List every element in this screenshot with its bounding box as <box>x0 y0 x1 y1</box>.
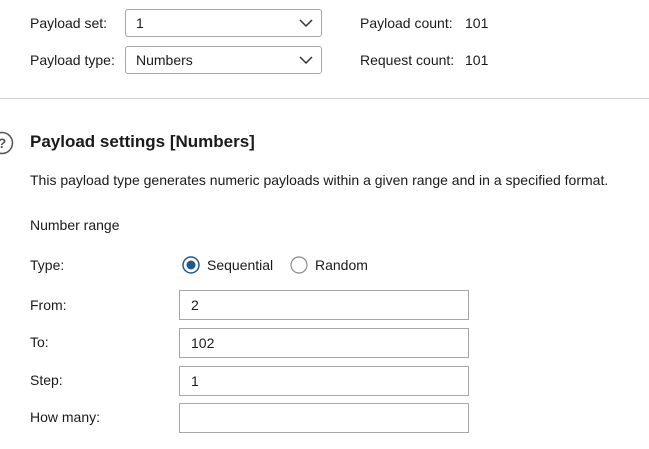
payload-set-value: 1 <box>136 15 144 31</box>
random-radio[interactable] <box>290 256 308 274</box>
number-range-label: Number range <box>30 217 120 233</box>
step-input[interactable]: 1 <box>179 366 469 396</box>
to-label: To: <box>30 334 49 350</box>
chevron-down-icon <box>299 56 313 65</box>
range-type-label: Type: <box>30 257 65 273</box>
from-input[interactable]: 2 <box>179 290 469 320</box>
to-value: 102 <box>191 335 215 351</box>
step-value: 1 <box>191 373 199 389</box>
request-count-label: Request count: <box>360 52 455 68</box>
sequential-radio[interactable] <box>182 256 200 274</box>
request-count-value: 101 <box>465 52 489 68</box>
from-label: From: <box>30 297 67 313</box>
payload-settings-title: Payload settings [Numbers] <box>30 132 255 151</box>
payload-count-value: 101 <box>465 15 489 31</box>
how-many-label: How many: <box>30 409 101 425</box>
step-label: Step: <box>30 372 63 388</box>
payload-set-label: Payload set: <box>30 15 108 31</box>
how-many-input[interactable] <box>179 403 469 433</box>
help-icon[interactable]: ? <box>0 131 14 155</box>
payload-type-select[interactable]: Numbers <box>125 46 322 74</box>
svg-text:?: ? <box>0 135 6 151</box>
chevron-down-icon <box>299 19 313 28</box>
payload-type-value: Numbers <box>136 52 193 68</box>
section-divider <box>0 98 649 99</box>
payload-type-label: Payload type: <box>30 52 115 68</box>
from-value: 2 <box>191 297 199 313</box>
payload-set-select[interactable]: 1 <box>125 9 322 37</box>
payload-settings-description: This payload type generates numeric payl… <box>30 172 609 188</box>
payload-count-label: Payload count: <box>360 15 453 31</box>
to-input[interactable]: 102 <box>179 328 469 358</box>
sequential-radio-label[interactable]: Sequential <box>207 257 273 273</box>
random-radio-label[interactable]: Random <box>315 257 368 273</box>
